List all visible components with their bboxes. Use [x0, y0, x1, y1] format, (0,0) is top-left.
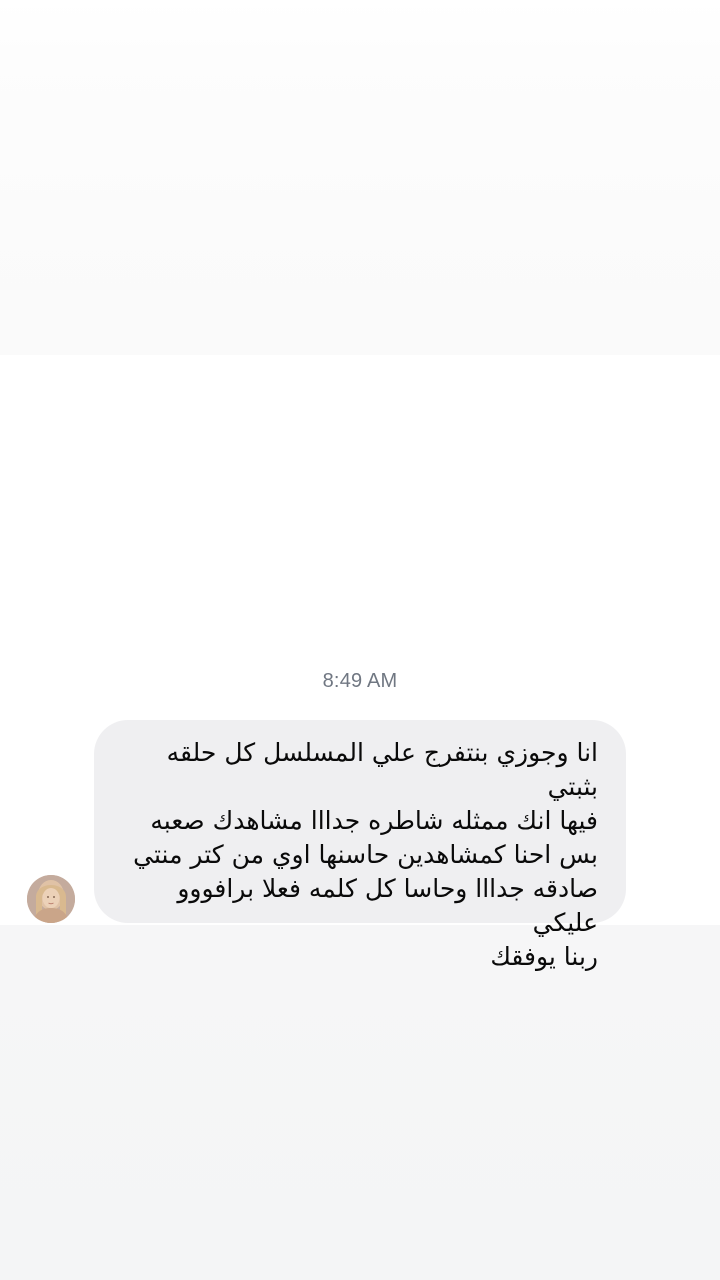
sender-avatar[interactable]	[27, 875, 75, 923]
top-panel	[0, 0, 720, 355]
message-bubble[interactable]: انا وجوزي بنتفرج علي المسلسل كل حلقه بثب…	[94, 720, 626, 971]
message-timestamp: 8:49 AM	[322, 670, 398, 692]
bottom-panel	[0, 925, 720, 1280]
profile-photo-icon	[27, 875, 75, 923]
